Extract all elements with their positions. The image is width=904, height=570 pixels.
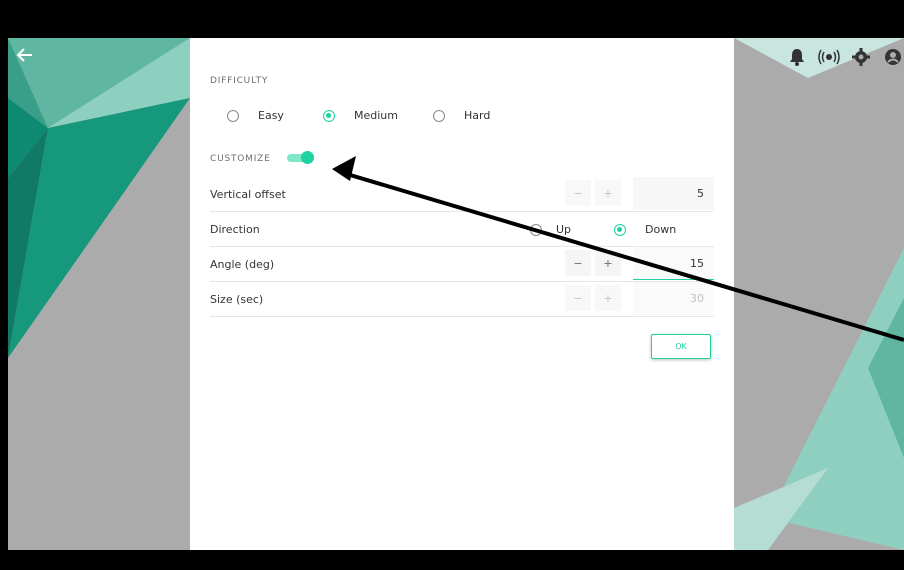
size-input[interactable]: 30	[633, 282, 714, 315]
direction-row: Direction Up Down	[210, 212, 714, 247]
angle-input[interactable]: 15	[633, 247, 714, 280]
ok-button[interactable]: OK	[651, 334, 711, 359]
broadcast-icon[interactable]	[818, 46, 840, 68]
direction-option-up[interactable]: Up	[530, 223, 571, 236]
customize-label: CUSTOMIZE	[210, 154, 271, 164]
settings-dialog: DIFFICULTY Easy Medium Hard CUSTOMIZE Ve…	[190, 38, 734, 550]
left-black-bar	[0, 38, 8, 550]
difficulty-option-hard[interactable]: Hard	[433, 109, 490, 122]
angle-increment-button[interactable]: +	[595, 250, 621, 276]
bottom-black-bar	[0, 550, 904, 570]
difficulty-label: DIFFICULTY	[210, 76, 269, 86]
difficulty-option-hard-label: Hard	[464, 109, 491, 122]
top-black-bar	[0, 0, 904, 38]
app-window: DIFFICULTY Easy Medium Hard CUSTOMIZE Ve…	[0, 0, 904, 570]
angle-decrement-button[interactable]: −	[565, 250, 591, 276]
vertical-offset-increment-button[interactable]: +	[595, 180, 621, 206]
gear-icon[interactable]	[850, 46, 872, 68]
direction-option-down-label: Down	[645, 223, 677, 236]
toggle-knob[interactable]	[301, 151, 314, 164]
back-arrow-icon[interactable]	[14, 44, 38, 68]
direction-label: Direction	[210, 223, 260, 236]
angle-row: Angle (deg) − + 15	[210, 247, 714, 282]
vertical-offset-label: Vertical offset	[210, 188, 286, 201]
radio-circle[interactable]	[227, 109, 239, 122]
customize-toggle[interactable]	[287, 151, 314, 165]
size-increment-button[interactable]: +	[595, 285, 621, 311]
account-icon[interactable]	[882, 46, 904, 68]
vertical-offset-decrement-button[interactable]: −	[565, 180, 591, 206]
angle-label: Angle (deg)	[210, 258, 275, 271]
radio-circle-selected[interactable]	[323, 109, 335, 122]
size-row: Size (sec) − + 30	[210, 282, 714, 317]
difficulty-option-easy[interactable]: Easy	[227, 109, 284, 122]
size-label: Size (sec)	[210, 293, 264, 306]
radio-circle[interactable]	[530, 223, 542, 236]
difficulty-option-easy-label: Easy	[258, 109, 284, 122]
radio-circle-selected[interactable]	[614, 223, 626, 236]
vertical-offset-row: Vertical offset − + 5	[210, 177, 714, 212]
direction-option-up-label: Up	[556, 223, 572, 236]
difficulty-option-medium[interactable]: Medium	[323, 109, 398, 122]
vertical-offset-input[interactable]: 5	[633, 177, 714, 210]
direction-option-down[interactable]: Down	[614, 223, 676, 236]
bell-icon[interactable]	[786, 46, 808, 68]
size-decrement-button[interactable]: −	[565, 285, 591, 311]
radio-circle[interactable]	[433, 109, 445, 122]
difficulty-option-medium-label: Medium	[354, 109, 398, 122]
top-right-toolbar	[786, 44, 904, 70]
